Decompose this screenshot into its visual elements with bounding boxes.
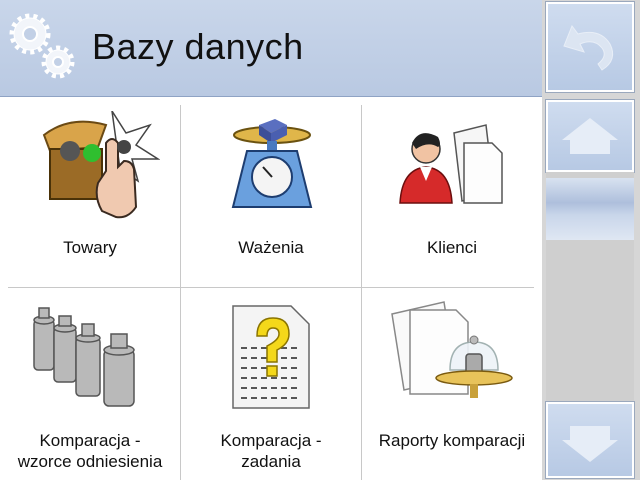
arrow-up-icon <box>562 118 618 154</box>
arrow-down-icon <box>562 426 618 462</box>
tile-label: Ważenia <box>238 238 304 257</box>
scroll-down-button[interactable] <box>546 402 634 478</box>
page-title: Bazy danych <box>92 26 304 67</box>
person-documents-icon <box>399 124 503 204</box>
weights-icon <box>33 307 135 407</box>
gears-icon <box>9 13 75 79</box>
tile-label: Komparacja - wzorce odniesienia <box>0 430 180 472</box>
tile-komparacja-zadania[interactable]: Komparacja - zadania <box>181 288 361 478</box>
tile-label: Klienci <box>426 238 478 257</box>
navigation-panel <box>542 0 640 480</box>
tile-wazenia[interactable]: Ważenia <box>181 97 361 287</box>
box-hand-icon <box>42 111 160 219</box>
tile-label: Raporty komparacji <box>378 431 526 450</box>
scale-icon <box>231 119 313 208</box>
question-document-icon <box>232 305 310 409</box>
scroll-up-button[interactable] <box>546 100 634 172</box>
tile-label: Komparacja - zadania <box>181 430 361 472</box>
tile-raporty-komparacji[interactable]: Raporty komparacji <box>362 288 542 478</box>
database-menu-grid: Towary Ważenia Klienci Komparacja - wzor… <box>0 97 542 480</box>
tile-klienci[interactable]: Klienci <box>362 97 542 287</box>
tile-label-line2: zadania <box>241 452 301 471</box>
tile-label-line2: wzorce odniesienia <box>17 452 163 471</box>
undo-arrow-icon <box>563 24 614 71</box>
back-button[interactable] <box>546 2 634 92</box>
header-bar: Bazy danych <box>0 0 542 97</box>
tile-label-line1: Komparacja - <box>220 431 322 450</box>
tile-label: Towary <box>63 238 117 257</box>
tile-towary[interactable]: Towary <box>0 97 180 287</box>
weight-report-icon <box>391 301 513 398</box>
tile-komparacja-wzorce[interactable]: Komparacja - wzorce odniesienia <box>0 288 180 478</box>
scrollbar-thumb[interactable] <box>546 178 634 240</box>
tile-label-line1: Komparacja - <box>39 431 141 450</box>
